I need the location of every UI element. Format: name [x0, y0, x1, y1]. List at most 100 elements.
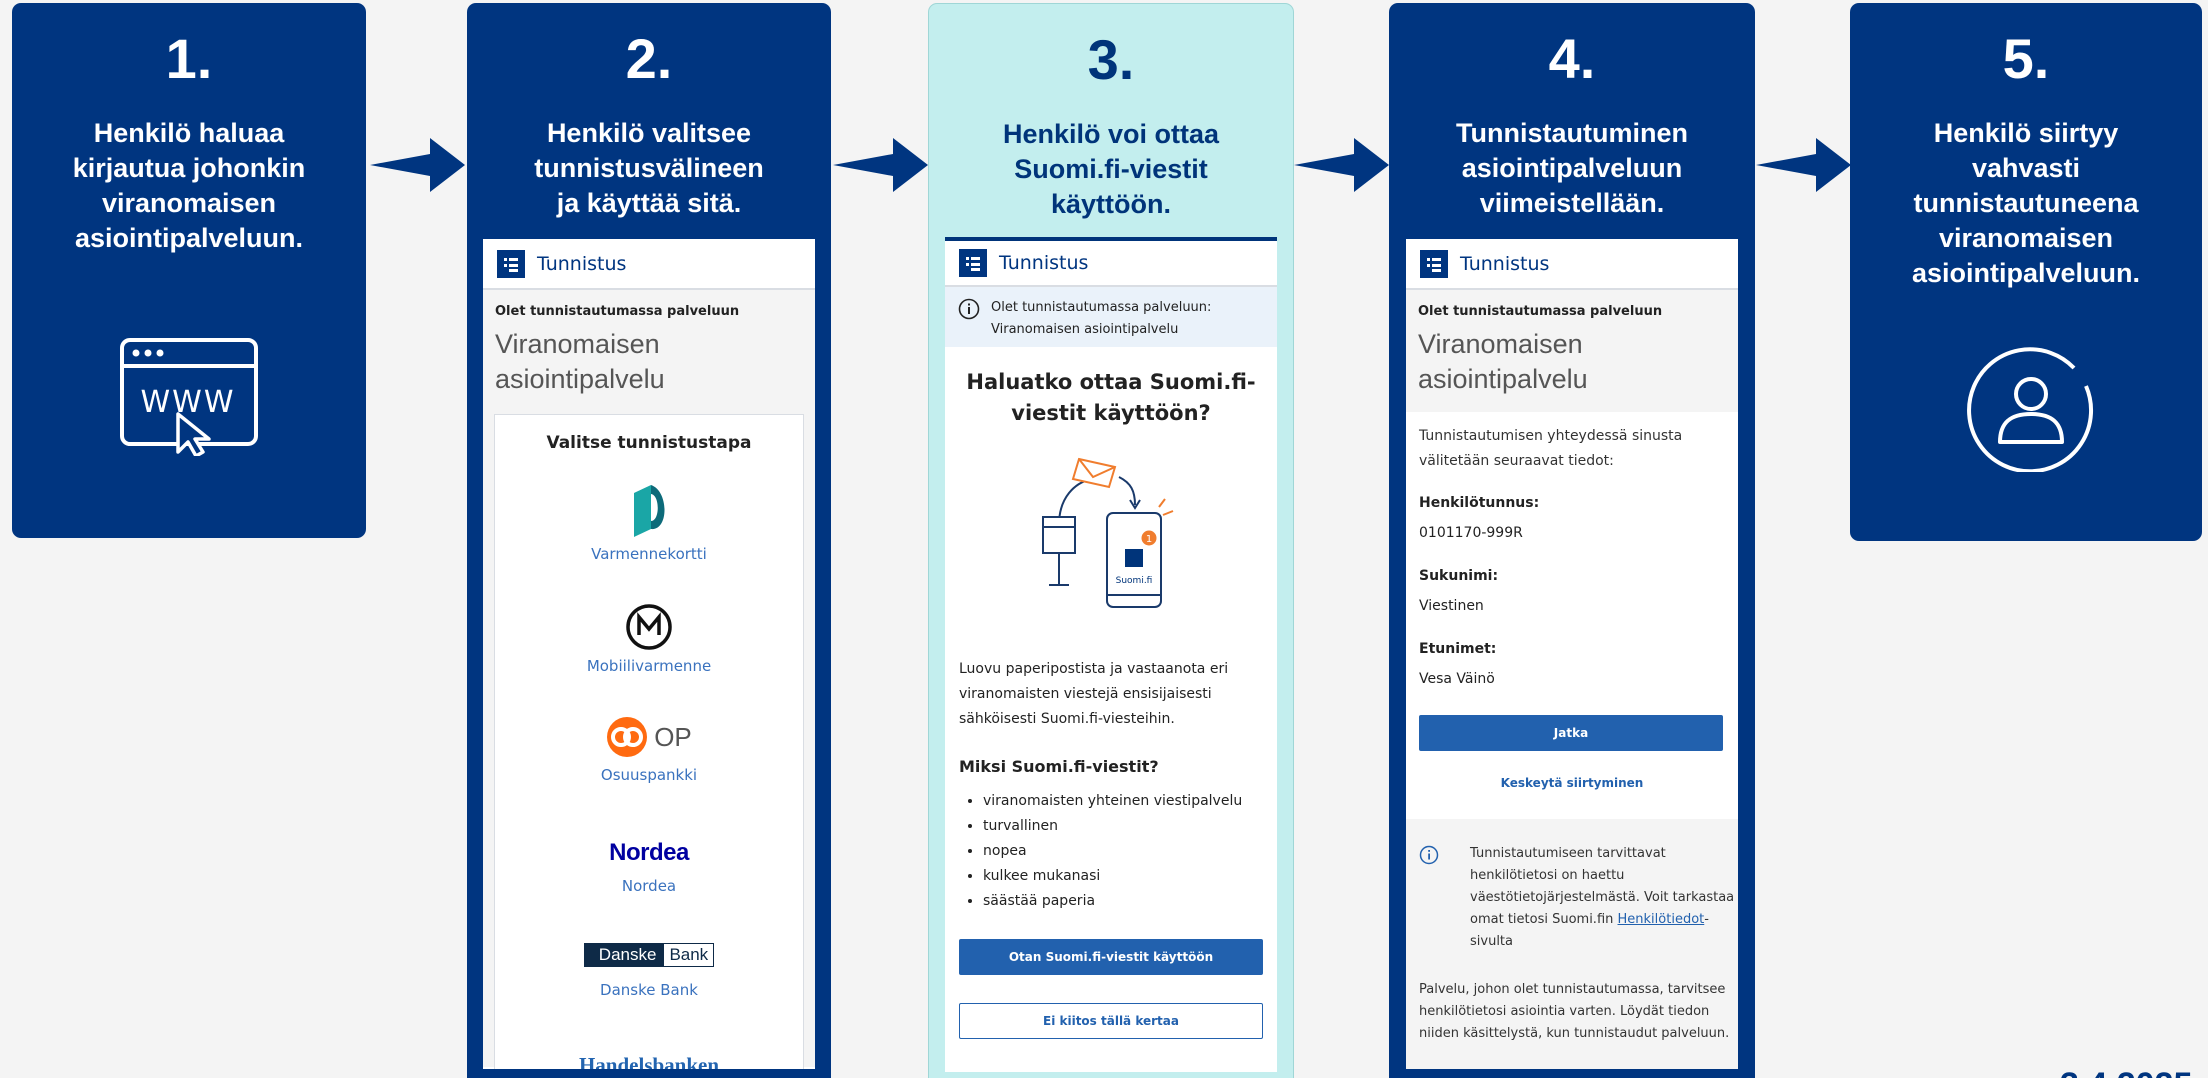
op-logo-text: OP	[654, 721, 692, 752]
arrow-4-to-5	[1756, 138, 1851, 192]
handelsbanken-logo-icon: Handelsbanken	[578, 1053, 720, 1069]
method-label: Danske Bank	[600, 981, 698, 999]
step-4-card: 4. Tunnistautuminen asiointipalveluun vi…	[1389, 3, 1755, 1078]
field-value: 0101170-999R	[1419, 525, 1523, 541]
heading-line: viestit käyttöön?	[1011, 401, 1211, 425]
tunnistus-logo-icon	[959, 249, 987, 277]
danske-logo-part: Danske	[584, 944, 665, 966]
method-mobiilivarmenne[interactable]: Mobiilivarmenne	[495, 603, 803, 675]
mobiilivarmenne-logo-icon	[626, 604, 672, 650]
service-context: Olet tunnistautumassa palveluun Viranoma…	[1406, 290, 1738, 412]
cancel-transfer-link[interactable]: Keskeytä siirtyminen	[1406, 776, 1738, 790]
step-1-card: 1. Henkilö haluaa kirjautua johonkin vir…	[12, 3, 366, 538]
step-number: 1.	[165, 27, 213, 90]
user-profile-icon	[1967, 347, 2094, 472]
step-2-card: 2. Henkilö valitsee tunnistusvälineen ja…	[467, 3, 831, 1078]
service-name: Viranomaisen asiointipalvelu	[495, 329, 665, 394]
info-text-line: Olet tunnistautumassa palveluun:	[991, 300, 1212, 315]
suomifi-illustration-label: Suomi.fi	[1116, 576, 1153, 586]
step-number: 4.	[1548, 27, 1596, 90]
context-label: Olet tunnistautumassa palveluun	[1418, 304, 1663, 319]
accept-messages-button[interactable]: Otan Suomi.fi-viestit käyttöön	[959, 939, 1263, 975]
privacy-notice: Tunnistautumiseen tarvittavat henkilötie…	[1406, 819, 1738, 1069]
notice-prefix: omat tietosi Suomi.fin	[1470, 912, 1618, 927]
data-intro: Tunnistautumisen yhteydessä sinusta väli…	[1419, 424, 1682, 474]
svg-text:WWW: WWW	[141, 385, 236, 420]
body-line: viranomaisten viestejä ensisijaisesti	[959, 686, 1212, 702]
body-line: Luovu paperipostista ja vastaanota eri	[959, 661, 1229, 677]
notice-suffix: -	[1704, 912, 1709, 927]
messages-heading: Haluatko ottaa Suomi.fi- viestit käyttöö…	[945, 367, 1277, 429]
step-title: Henkilö voi ottaa Suomi.fi-viestit käytt…	[1002, 119, 1220, 219]
list-item: säästää paperia	[983, 889, 1242, 914]
personal-data-link[interactable]: Henkilötiedot	[1618, 912, 1705, 927]
list-item: nopea	[983, 839, 1242, 864]
list-item: turvallinen	[983, 814, 1242, 839]
notice-line: sivulta	[1470, 934, 1513, 949]
step-number: 2.	[625, 27, 673, 90]
method-nordea[interactable]: Nordea Nordea	[495, 839, 803, 895]
tunnistus-header: Tunnistus	[945, 241, 1277, 287]
brand-name: Tunnistus	[1460, 252, 1550, 275]
mailbox-to-phone-illustration-icon: Suomi.fi 1	[1042, 457, 1174, 608]
method-danske-bank[interactable]: Danske Bank Danske Bank	[495, 943, 803, 999]
notice-line: väestötietojärjestelmästä. Voit tarkasta…	[1470, 890, 1735, 905]
footer-line: Palvelu, johon olet tunnistautumassa, ta…	[1419, 982, 1726, 997]
phone-mockup-suomifi-messages: Tunnistus Olet tunnistautumassa palveluu…	[945, 237, 1277, 1072]
notice-line: Tunnistautumiseen tarvittavat	[1470, 846, 1666, 861]
notice-text: Tunnistautumiseen tarvittavat henkilötie…	[1470, 843, 1734, 953]
notice-line: omat tietosi Suomi.fin Henkilötiedot-	[1470, 909, 1734, 931]
step-title: Henkilö haluaa kirjautua johonkin virano…	[72, 118, 306, 253]
tunnistus-logo-icon	[497, 249, 525, 278]
phone-mockup-confirmation: Tunnistus Olet tunnistautumassa palveluu…	[1406, 239, 1738, 1069]
arrow-3-to-4	[1294, 138, 1389, 192]
field-label: Etunimet:	[1419, 641, 1497, 657]
field-value: Vesa Väinö	[1419, 671, 1495, 687]
footer-line: henkilötietosi asiointia varten. Löydät …	[1419, 1004, 1710, 1019]
info-banner: Olet tunnistautumassa palveluun: Viranom…	[945, 287, 1277, 347]
nordea-logo-icon: Nordea	[609, 839, 689, 866]
intro-line: Tunnistautumisen yhteydessä sinusta	[1419, 428, 1683, 444]
field-value: Viestinen	[1419, 598, 1484, 614]
arrow-2-to-3	[833, 138, 928, 192]
benefits-list: viranomaisten yhteinen viestipalvelu tur…	[983, 789, 1242, 914]
context-label: Olet tunnistautumassa palveluun	[495, 304, 740, 319]
info-text-line: Viranomaisen asiointipalvelu	[991, 322, 1179, 337]
arrow-1-to-2	[370, 138, 465, 192]
heading-line: Haluatko ottaa Suomi.fi-	[966, 370, 1256, 394]
list-item: viranomaisten yhteinen viestipalvelu	[983, 789, 1242, 814]
continue-button[interactable]: Jatka	[1419, 715, 1723, 751]
step-title: Henkilö valitsee tunnistusvälineen ja kä…	[534, 118, 764, 218]
method-label: Mobiilivarmenne	[586, 657, 712, 675]
brand-name: Tunnistus	[537, 252, 627, 275]
service-name: Viranomaisen asiointipalvelu	[1418, 329, 1588, 394]
why-heading: Miksi Suomi.fi-viestit?	[959, 757, 1159, 776]
method-handelsbanken[interactable]: Handelsbanken	[495, 1053, 803, 1069]
decline-messages-button[interactable]: Ei kiitos tällä kertaa	[959, 1003, 1263, 1039]
method-label: Osuuspankki	[600, 766, 698, 784]
info-icon	[958, 298, 980, 320]
notification-badge: 1	[1146, 534, 1152, 545]
method-osuuspankki[interactable]: OP Osuuspankki	[495, 715, 803, 784]
tunnistus-logo-icon	[1420, 249, 1448, 278]
tunnistus-header: Tunnistus	[483, 239, 815, 290]
step-title: Tunnistautuminen asiointipalveluun viime…	[1456, 118, 1688, 218]
bank-logo-part: Bank	[664, 944, 714, 966]
footer-date: 3.4.2025	[2060, 1066, 2192, 1078]
service-context: Olet tunnistautumassa palveluun Viranoma…	[483, 290, 815, 1069]
list-item: kulkee mukanasi	[983, 864, 1242, 889]
method-list-panel: Valitse tunnistustapa Varmennekortti Mob…	[494, 414, 804, 1069]
phone-mockup-method-selection: Tunnistus Olet tunnistautumassa palveluu…	[483, 239, 815, 1069]
browser-www-cursor-icon: WWW	[120, 338, 258, 456]
choose-method-heading: Valitse tunnistustapa	[546, 433, 752, 453]
notice-line: henkilötietosi on haettu	[1470, 868, 1625, 883]
varmennekortti-logo-icon	[634, 485, 665, 537]
footer-text: Palvelu, johon olet tunnistautumassa, ta…	[1419, 979, 1729, 1045]
field-label: Henkilötunnus:	[1419, 495, 1540, 511]
step-3-card: 3. Henkilö voi ottaa Suomi.fi-viestit kä…	[928, 3, 1294, 1078]
danske-bank-logo-icon: Danske Bank	[583, 943, 715, 967]
method-varmennekortti[interactable]: Varmennekortti	[495, 485, 803, 563]
step-number: 5.	[2002, 27, 2050, 90]
step-number: 3.	[1087, 28, 1135, 91]
field-label: Sukunimi:	[1419, 568, 1499, 584]
